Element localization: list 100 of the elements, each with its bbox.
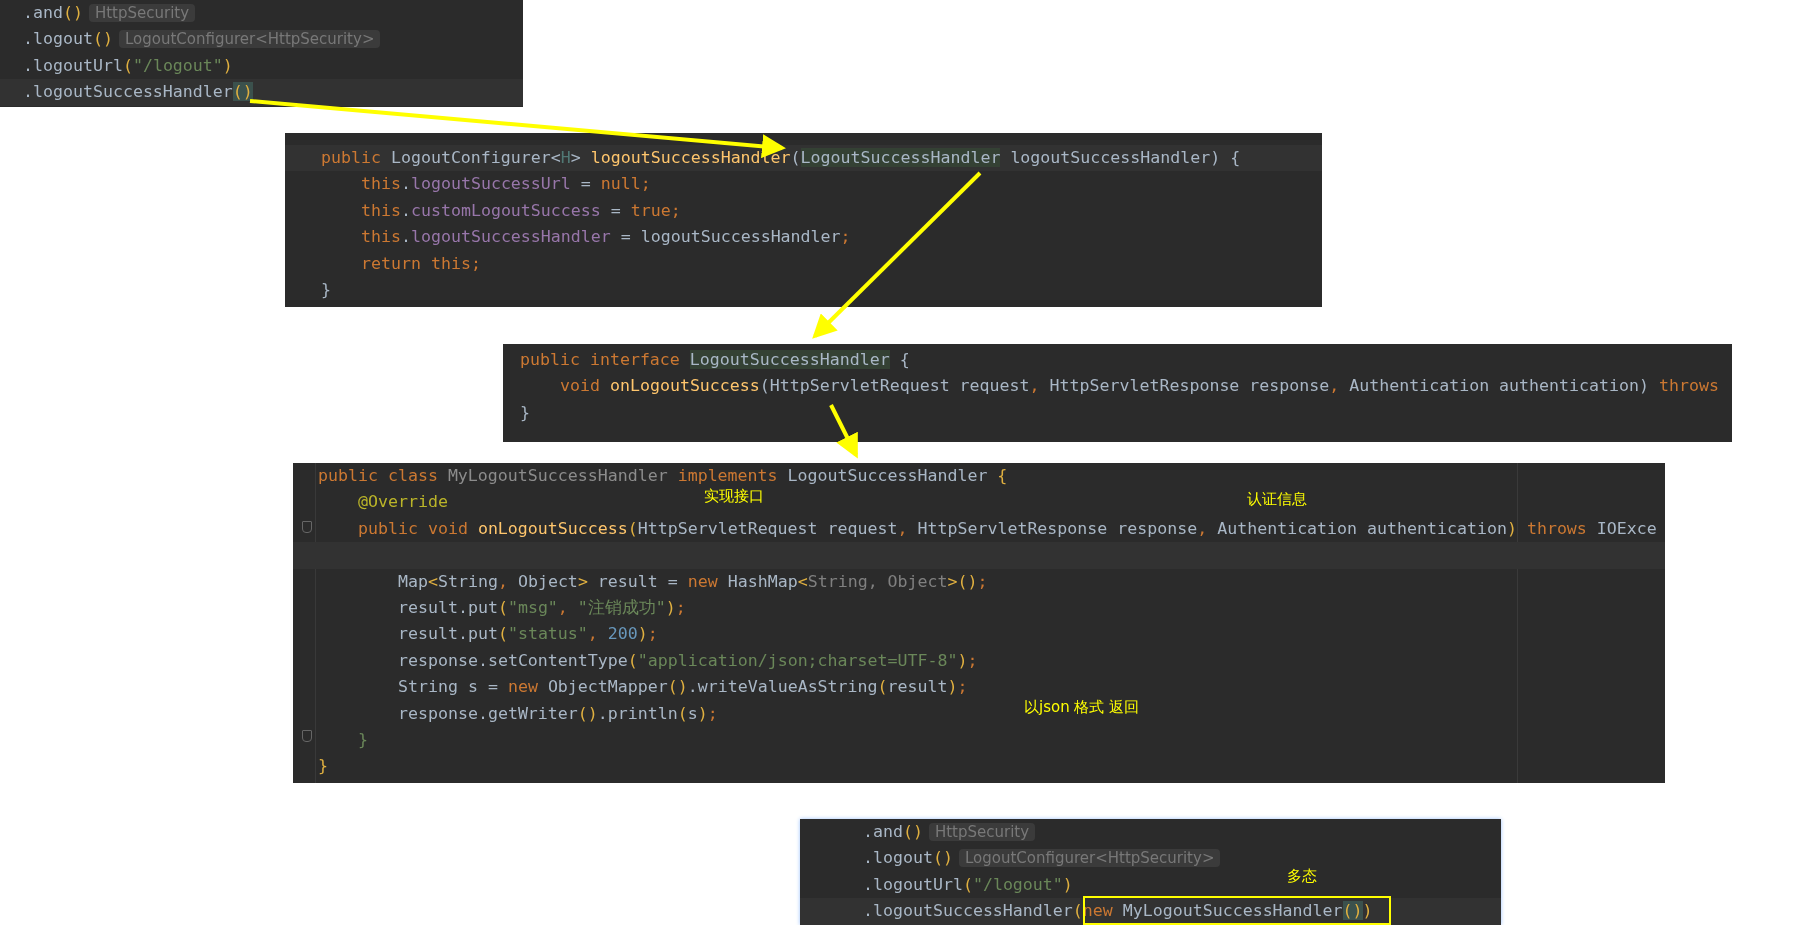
- code-text: HttpServletRequest request: [637, 518, 898, 538]
- matched-brackets: (): [1342, 901, 1363, 921]
- field-name: customLogoutSuccess: [410, 200, 601, 220]
- code-text: HashMap: [727, 571, 798, 591]
- method-name: logoutSuccessHandler: [590, 148, 791, 167]
- string-literal: "注销成功": [577, 597, 666, 617]
- annotation-label: 多态: [1287, 867, 1317, 886]
- bracket: (: [1072, 901, 1083, 921]
- bracket: (: [627, 650, 638, 670]
- code-text: ObjectMapper: [547, 677, 668, 697]
- keyword: ;: [675, 597, 686, 617]
- code-text: String s =: [398, 677, 499, 697]
- code-text: result.put: [398, 624, 498, 644]
- bracket: <: [797, 571, 808, 591]
- code-text: LogoutSuccessHandler: [787, 466, 989, 485]
- bracket: ): [637, 624, 648, 644]
- code-text: Object: [517, 571, 578, 591]
- code-text: .logout: [863, 848, 933, 868]
- keyword: ;: [647, 624, 658, 644]
- bracket: (: [962, 874, 973, 894]
- code-text: .println: [597, 703, 678, 723]
- code-text: Map: [398, 571, 428, 591]
- code-text: =: [609, 200, 622, 220]
- code-text: HttpServletResponse response: [917, 518, 1198, 538]
- code-text: .and: [23, 3, 63, 22]
- bracket: ): [222, 55, 233, 75]
- keyword: public void: [358, 518, 469, 538]
- code-text: .logoutUrl: [863, 874, 963, 894]
- code-text: IOExce: [1596, 518, 1657, 538]
- code-text: LogoutConfigurer<: [390, 148, 561, 167]
- bracket: {: [997, 466, 1008, 485]
- keyword: ;: [957, 677, 968, 697]
- code-text: String: [438, 571, 498, 591]
- fold-icon: [302, 730, 312, 742]
- string-literal: "status": [507, 624, 588, 644]
- bracket: ): [1506, 518, 1517, 538]
- code-text: (: [790, 148, 801, 167]
- keyword: ,: [1197, 518, 1209, 538]
- keyword: return this;: [361, 253, 481, 273]
- code-text: .: [400, 227, 411, 247]
- keyword: new: [507, 677, 539, 697]
- bracket: }: [318, 756, 328, 776]
- keyword: ,: [1329, 376, 1341, 396]
- keyword: true;: [630, 200, 681, 220]
- bracket: (: [627, 518, 638, 538]
- keyword: ,: [897, 518, 909, 538]
- code-text: .logoutUrl: [23, 55, 123, 75]
- fold-icon: [302, 521, 312, 533]
- class-name: MyLogoutSuccessHandler: [447, 466, 669, 485]
- bracket: (: [497, 597, 508, 617]
- bracket: (): [932, 848, 953, 868]
- bracket: (: [497, 624, 508, 644]
- matched-brackets: (): [232, 82, 253, 102]
- code-text: Authentication authentication): [1349, 376, 1650, 396]
- annotation-label: 实现接口: [704, 487, 764, 506]
- bracket: ): [665, 597, 676, 617]
- annotation: @Override: [358, 492, 448, 512]
- type-hint: LogoutConfigurer<HttpSecurity>: [118, 30, 381, 49]
- type-hint: HttpSecurity: [88, 4, 196, 22]
- keyword: ,: [497, 571, 509, 591]
- keyword: public class: [318, 466, 439, 485]
- bracket: (: [122, 55, 133, 75]
- bracket: ): [1362, 901, 1373, 921]
- code-text: .writeValueAsString: [687, 677, 878, 697]
- bracket: (: [877, 677, 888, 697]
- bracket: (): [62, 3, 83, 22]
- code-text: .: [400, 200, 411, 220]
- bracket: ): [697, 703, 708, 723]
- code-text: s: [687, 703, 698, 723]
- string-literal: "/logout": [972, 874, 1063, 894]
- code-text: HttpServletResponse response: [1049, 376, 1330, 396]
- code-text: }: [321, 279, 331, 299]
- bracket: ): [1062, 874, 1073, 894]
- code-text: = logoutSuccessHandler: [619, 227, 841, 247]
- keyword: throws: [1658, 376, 1719, 396]
- keyword: this: [361, 200, 401, 220]
- keyword: ;: [977, 571, 988, 591]
- code-text: .and: [863, 822, 903, 841]
- keyword: throws: [1525, 518, 1588, 538]
- field-name: logoutSuccessUrl: [410, 174, 571, 194]
- bracket: (): [902, 822, 923, 841]
- type-argument: String, Object: [807, 571, 948, 591]
- keyword: ,: [1029, 376, 1041, 396]
- keyword: new: [687, 571, 719, 591]
- type-hint: LogoutConfigurer<HttpSecurity>: [958, 849, 1221, 868]
- annotation-label: 以json 格式 返回: [1024, 698, 1140, 717]
- method-name: onLogoutSuccess: [609, 376, 760, 396]
- keyword: null;: [600, 174, 651, 194]
- keyword: ;: [707, 703, 718, 723]
- highlighted-identifier: LogoutSuccessHandler: [800, 148, 1001, 167]
- bracket: >(): [947, 571, 978, 591]
- keyword: ,: [557, 597, 569, 617]
- code-text: .logout: [23, 29, 93, 49]
- keyword: ;: [967, 650, 978, 670]
- code-text: result =: [596, 571, 679, 591]
- code-text: =: [579, 174, 592, 194]
- code-text: .logoutSuccessHandler: [863, 901, 1073, 921]
- code-text: MyLogoutSuccessHandler: [1122, 901, 1343, 921]
- string-literal: "/logout": [132, 55, 223, 75]
- keyword: this: [361, 227, 401, 247]
